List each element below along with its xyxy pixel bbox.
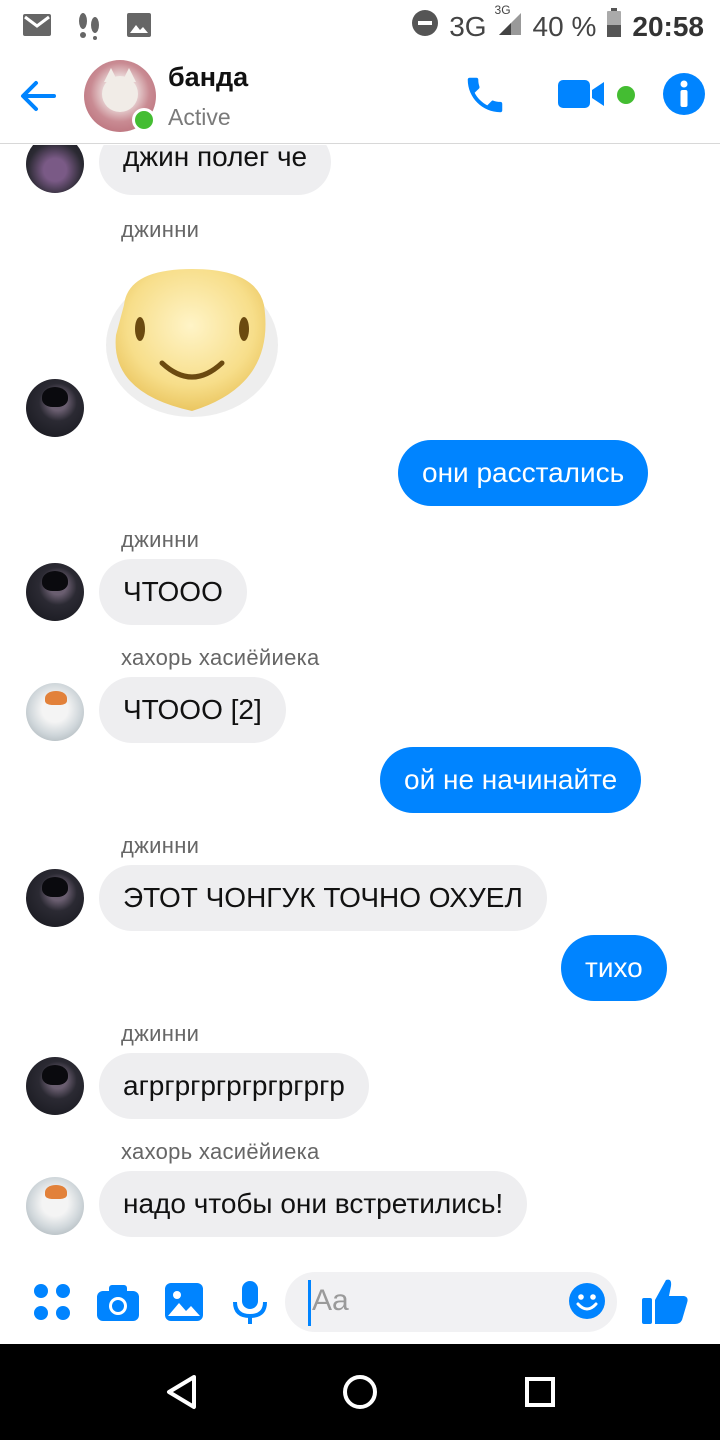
sender-avatar[interactable] xyxy=(26,563,84,621)
sender-name: джинни xyxy=(121,1021,200,1046)
sender-avatar[interactable] xyxy=(26,1057,84,1115)
system-status: 3G 3G 40 % 20:58 xyxy=(411,3,704,45)
home-circle-icon[interactable] xyxy=(342,1374,378,1415)
message-bubble-outgoing[interactable]: ой не начинайте xyxy=(380,747,642,813)
notification-icons xyxy=(22,10,152,45)
battery-percent: 40 % xyxy=(532,10,597,42)
gmail-icon xyxy=(22,13,52,42)
sender-name: джинни xyxy=(121,833,200,858)
message-bubble-outgoing[interactable]: тихо xyxy=(561,935,667,1001)
sender-avatar[interactable] xyxy=(26,145,84,193)
video-active-dot xyxy=(617,86,635,104)
chat-title[interactable]: банда xyxy=(168,62,248,93)
message-list[interactable]: джин полег че джинни они расстались джин… xyxy=(0,145,720,1260)
do-not-disturb-icon xyxy=(411,9,439,44)
system-navigation-bar xyxy=(0,1344,720,1440)
battery-icon xyxy=(606,8,622,45)
emoji-icon[interactable] xyxy=(568,1282,606,1325)
sender-avatar[interactable] xyxy=(26,379,84,437)
back-triangle-icon[interactable] xyxy=(164,1374,198,1415)
sender-name: хахорь хасиёйиека xyxy=(121,1139,320,1164)
thumbs-up-icon[interactable] xyxy=(640,1276,690,1331)
status-bar: 3G 3G 40 % 20:58 xyxy=(0,0,720,50)
text-cursor xyxy=(308,1280,311,1326)
message-bubble-outgoing[interactable]: они расстались xyxy=(398,440,649,506)
info-icon[interactable] xyxy=(662,72,706,116)
message-bubble-incoming[interactable]: ЭТОТ ЧОНГУК ТОЧНО ОХУЕЛ xyxy=(99,865,547,931)
message-bubble-incoming[interactable]: джин полег че xyxy=(99,145,332,195)
video-camera-icon[interactable] xyxy=(556,72,606,116)
message-bubble-incoming[interactable]: агргргргргргргргр xyxy=(99,1053,369,1119)
sender-name: джинни xyxy=(121,217,200,242)
camera-icon[interactable] xyxy=(96,1284,140,1327)
clock: 20:58 xyxy=(632,10,704,42)
message-bubble-incoming[interactable]: ЧТООО [2] xyxy=(99,677,286,743)
sender-name: хахорь хасиёйиека xyxy=(121,645,320,670)
message-bubble-incoming[interactable]: надо чтобы они встретились! xyxy=(99,1171,528,1237)
back-arrow-icon[interactable] xyxy=(18,78,58,114)
sender-avatar[interactable] xyxy=(26,869,84,927)
phone-icon[interactable] xyxy=(462,72,508,118)
microphone-icon[interactable] xyxy=(232,1280,268,1331)
chat-status: Active xyxy=(168,104,231,130)
sender-name: джинни xyxy=(121,527,200,552)
footsteps-icon xyxy=(74,10,104,45)
message-composer: Aa xyxy=(0,1260,720,1344)
image-icon xyxy=(126,12,152,43)
message-input-placeholder: Aa xyxy=(312,1284,349,1317)
recents-square-icon[interactable] xyxy=(524,1376,556,1413)
online-indicator xyxy=(132,108,156,132)
gallery-icon[interactable] xyxy=(164,1282,204,1327)
signal-icon: 3G xyxy=(495,3,523,44)
sender-avatar[interactable] xyxy=(26,683,84,741)
network-type: 3G xyxy=(449,10,487,42)
message-bubble-incoming[interactable]: ЧТООО xyxy=(99,559,247,625)
network-type-small: 3G xyxy=(494,3,511,17)
chat-header: банда Active xyxy=(0,50,720,144)
sender-avatar[interactable] xyxy=(26,1177,84,1235)
smiley-face-sticker[interactable] xyxy=(104,265,280,419)
more-apps-icon[interactable] xyxy=(32,1282,72,1327)
